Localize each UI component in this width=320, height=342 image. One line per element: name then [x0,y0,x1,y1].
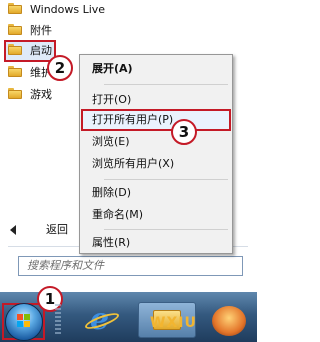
menu-item-label: 浏览(E) [92,135,130,148]
back-button[interactable]: 返回 [8,222,68,238]
menu-item-delete[interactable]: 删除(D) [82,183,230,203]
program-folder-label: 游戏 [30,88,52,101]
flag-green-pane [24,314,30,320]
program-folder-label: Windows Live [30,3,106,16]
menu-item-properties[interactable]: 属性(R) [82,233,230,253]
menu-item-open-all-users[interactable]: 打开所有用户(P) [81,109,231,131]
taskbar-gripper [55,304,61,334]
search-placeholder: 搜索程序和文件 [27,259,104,272]
step-callout-3: 3 [171,119,197,145]
program-folder-label: 附件 [30,24,52,37]
menu-item-open[interactable]: 打开(O) [82,90,230,110]
windows-start-orb-icon[interactable] [5,303,43,341]
menu-separator [104,84,228,85]
folder-icon [8,44,22,55]
media-player-icon[interactable] [212,306,246,336]
menu-item-label: 打开(O) [92,93,132,106]
program-folder-label: 启动 [30,44,52,57]
menu-item-explore[interactable]: 浏览(E) [82,132,230,152]
menu-item-label: 属性(R) [92,236,131,249]
menu-item-label: 删除(D) [92,186,132,199]
menu-item-label: 展开(A) [92,62,133,75]
back-arrow-icon [10,225,16,235]
menu-item-label: 打开所有用户(P) [92,113,174,126]
flag-red-pane [17,314,23,320]
back-label: 返回 [46,223,68,236]
menu-item-expand[interactable]: 展开(A) [82,59,230,79]
folder-icon [8,66,22,77]
folder-icon [8,24,22,35]
folder-icon [8,3,22,14]
menu-item-explore-all-users[interactable]: 浏览所有用户(X) [82,154,230,174]
menu-item-label: 浏览所有用户(X) [92,157,175,170]
context-menu: 展开(A) 打开(O) 打开所有用户(P) 浏览(E) 浏览所有用户(X) 删除… [79,54,233,254]
flag-yellow-pane [24,321,30,327]
menu-item-rename[interactable]: 重命名(M) [82,205,230,225]
search-input[interactable]: 搜索程序和文件 [18,256,243,276]
step-callout-2: 2 [47,55,73,81]
menu-separator [104,229,228,230]
flag-blue-pane [17,321,23,327]
menu-item-label: 重命名(M) [92,208,144,221]
menu-separator [104,179,228,180]
folder-icon [8,88,22,99]
internet-explorer-icon[interactable]: e [82,304,122,338]
watermark-logo: WXIU [150,315,197,331]
